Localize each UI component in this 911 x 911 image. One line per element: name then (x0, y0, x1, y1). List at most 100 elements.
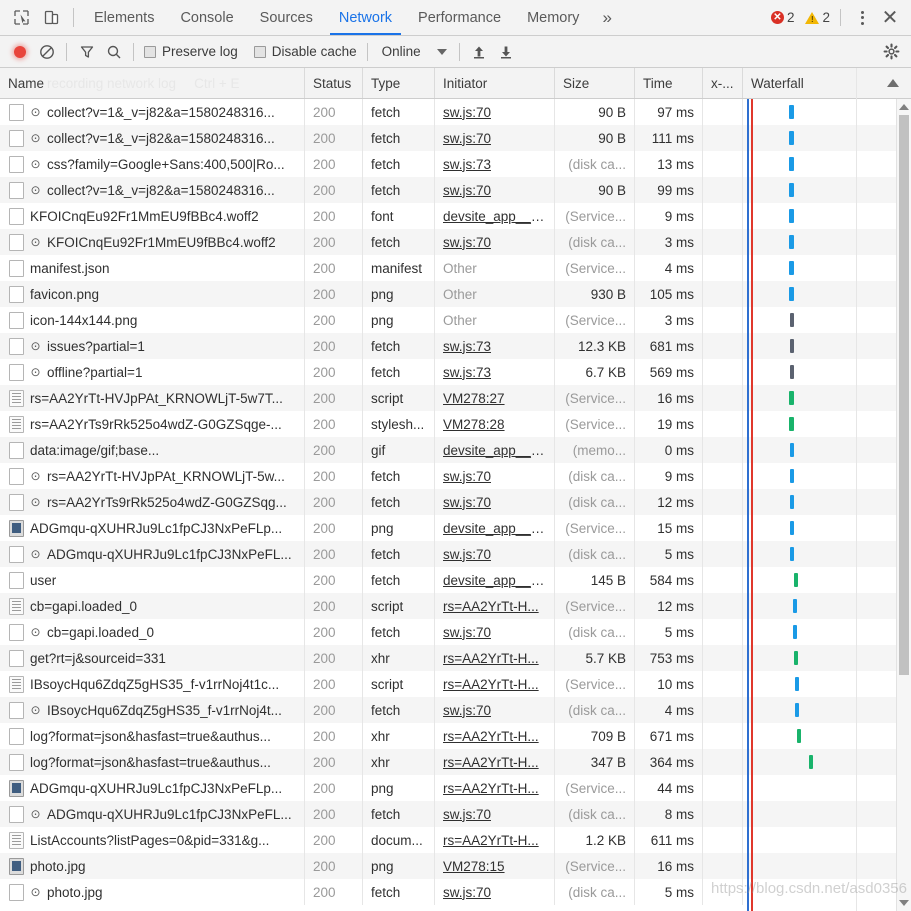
cell-initiator[interactable]: sw.js:70 (435, 619, 555, 645)
column-header-size[interactable]: Size (555, 68, 635, 98)
cell-initiator[interactable]: sw.js:70 (435, 541, 555, 567)
cell-initiator[interactable]: VM278:28 (435, 411, 555, 437)
cell-waterfall[interactable] (743, 619, 911, 645)
table-row[interactable]: get?rt=j&sourceid=331 200 xhr rs=AA2YrTt-H.… (0, 645, 911, 671)
cell-waterfall[interactable] (743, 229, 911, 255)
cell-waterfall[interactable] (743, 463, 911, 489)
cell-waterfall[interactable] (743, 99, 911, 125)
tab-network[interactable]: Network (326, 0, 405, 35)
record-icon[interactable] (6, 39, 33, 65)
cell-initiator[interactable]: sw.js:70 (435, 879, 555, 905)
cell-waterfall[interactable] (743, 489, 911, 515)
scroll-down-icon[interactable] (897, 895, 911, 911)
cell-waterfall[interactable] (743, 281, 911, 307)
tab-console[interactable]: Console (167, 0, 246, 35)
cell-waterfall[interactable] (743, 593, 911, 619)
cell-waterfall[interactable] (743, 801, 911, 827)
tab-elements[interactable]: Elements (81, 0, 167, 35)
table-row[interactable]: ⊙ issues?partial=1 200 fetch sw.js:73 12.3 KB… (0, 333, 911, 359)
table-row[interactable]: ⊙ photo.jpg 200 fetch sw.js:70 (disk ca... 5 m… (0, 879, 911, 905)
table-row[interactable]: ⊙ collect?v=1&_v=j82&a=1580248316... 200 fe… (0, 99, 911, 125)
table-row[interactable]: favicon.png 200 png Other 930 B 105 ms (0, 281, 911, 307)
table-row[interactable]: ⊙ css?family=Google+Sans:400,500|Ro... 200… (0, 151, 911, 177)
table-row[interactable]: user 200 fetch devsite_app__z... 145 B 584 ms (0, 567, 911, 593)
table-row[interactable]: ⊙ IBsoycHqu6ZdqZ5gHS35_f-v1rrNoj4t... 200 f… (0, 697, 911, 723)
column-header-xcol[interactable]: x-... (703, 68, 743, 98)
throttling-select[interactable]: Online (374, 44, 453, 59)
scroll-up-icon[interactable] (897, 99, 911, 115)
cell-initiator[interactable]: VM278:15 (435, 853, 555, 879)
cell-initiator[interactable]: sw.js:70 (435, 697, 555, 723)
disable-cache-checkbox[interactable]: Disable cache (250, 44, 361, 59)
device-toolbar-icon[interactable] (36, 0, 66, 35)
table-row[interactable]: cb=gapi.loaded_0 200 script rs=AA2YrTt-H...… (0, 593, 911, 619)
cell-waterfall[interactable] (743, 827, 911, 853)
gear-icon[interactable] (878, 39, 905, 65)
clear-icon[interactable] (33, 39, 60, 65)
cell-waterfall[interactable] (743, 437, 911, 463)
table-row[interactable]: ⊙ rs=AA2YrTs9rRk525o4wdZ-G0GZSqg... 200 fet… (0, 489, 911, 515)
cell-initiator[interactable]: VM278:27 (435, 385, 555, 411)
vertical-scrollbar[interactable] (896, 99, 911, 911)
cell-waterfall[interactable] (743, 125, 911, 151)
cell-initiator[interactable]: sw.js:70 (435, 229, 555, 255)
cell-waterfall[interactable] (743, 307, 911, 333)
cell-initiator[interactable]: devsite_app__z... (435, 203, 555, 229)
cell-waterfall[interactable] (743, 645, 911, 671)
column-header-status[interactable]: Status (305, 68, 363, 98)
cell-initiator[interactable]: devsite_app__z... (435, 515, 555, 541)
scrollbar-thumb[interactable] (899, 115, 909, 675)
table-row[interactable]: ⊙ ADGmqu-qXUHRJu9Lc1fpCJ3NxPeFL... 200 fetc… (0, 541, 911, 567)
cell-initiator[interactable]: sw.js:70 (435, 801, 555, 827)
cell-initiator[interactable]: rs=AA2YrTt-H... (435, 775, 555, 801)
cell-initiator[interactable]: rs=AA2YrTt-H... (435, 749, 555, 775)
cell-waterfall[interactable] (743, 411, 911, 437)
table-row[interactable]: ADGmqu-qXUHRJu9Lc1fpCJ3NxPeFLp... 200 png r… (0, 775, 911, 801)
cell-initiator[interactable]: rs=AA2YrTt-H... (435, 827, 555, 853)
table-row[interactable]: rs=AA2YrTt-HVJpPAt_KRNOWLjT-5w7T... 200 sc… (0, 385, 911, 411)
cell-initiator[interactable]: rs=AA2YrTt-H... (435, 645, 555, 671)
cell-waterfall[interactable] (743, 671, 911, 697)
table-row[interactable]: log?format=json&hasfast=true&authus... 20… (0, 723, 911, 749)
warning-badge[interactable]: 2 (805, 10, 830, 25)
search-icon[interactable] (100, 39, 127, 65)
table-body[interactable]: ⊙ collect?v=1&_v=j82&a=1580248316... 200 fe… (0, 99, 911, 911)
error-badge[interactable]: ✕ 2 (770, 10, 794, 25)
cell-initiator[interactable]: sw.js:70 (435, 99, 555, 125)
table-row[interactable]: IBsoycHqu6ZdqZ5gHS35_f-v1rrNoj4t1c... 200… (0, 671, 911, 697)
column-header-initiator[interactable]: Initiator (435, 68, 555, 98)
cell-initiator[interactable]: devsite_app__z... (435, 567, 555, 593)
table-row[interactable]: ADGmqu-qXUHRJu9Lc1fpCJ3NxPeFLp... 200 png d… (0, 515, 911, 541)
cell-waterfall[interactable] (743, 359, 911, 385)
cell-waterfall[interactable] (743, 177, 911, 203)
table-row[interactable]: log?format=json&hasfast=true&authus... 20… (0, 749, 911, 775)
cell-waterfall[interactable] (743, 541, 911, 567)
table-row[interactable]: icon-144x144.png 200 png Other (Service... 3 … (0, 307, 911, 333)
import-har-icon[interactable] (466, 39, 493, 65)
table-row[interactable]: ⊙ collect?v=1&_v=j82&a=1580248316... 200 fe… (0, 125, 911, 151)
cell-waterfall[interactable] (743, 749, 911, 775)
more-tabs-icon[interactable]: » (592, 0, 621, 35)
column-header-name[interactable]: Name (0, 68, 305, 98)
table-row[interactable]: manifest.json 200 manifest Other (Service...… (0, 255, 911, 281)
tab-memory[interactable]: Memory (514, 0, 592, 35)
column-header-time[interactable]: Time (635, 68, 703, 98)
cell-waterfall[interactable] (743, 697, 911, 723)
issue-counters[interactable]: ✕ 2 2 (770, 10, 830, 25)
cell-waterfall[interactable] (743, 385, 911, 411)
table-row[interactable]: ⊙ KFOICnqEu92Fr1MmEU9fBBc4.woff2 200 fetch s… (0, 229, 911, 255)
close-icon[interactable]: ✕ (875, 5, 905, 30)
cell-initiator[interactable]: sw.js:73 (435, 333, 555, 359)
tab-sources[interactable]: Sources (247, 0, 326, 35)
cell-waterfall[interactable] (743, 333, 911, 359)
cell-waterfall[interactable] (743, 255, 911, 281)
table-row[interactable]: rs=AA2YrTs9rRk525o4wdZ-G0GZSqge-... 200 st… (0, 411, 911, 437)
cell-initiator[interactable]: sw.js:70 (435, 125, 555, 151)
cell-waterfall[interactable] (743, 567, 911, 593)
table-row[interactable]: data:image/gif;base... 200 gif devsite_app_… (0, 437, 911, 463)
cell-waterfall[interactable] (743, 723, 911, 749)
column-header-type[interactable]: Type (363, 68, 435, 98)
cell-waterfall[interactable] (743, 515, 911, 541)
inspect-element-icon[interactable] (6, 0, 36, 35)
column-header-waterfall[interactable]: Waterfall (743, 68, 911, 98)
